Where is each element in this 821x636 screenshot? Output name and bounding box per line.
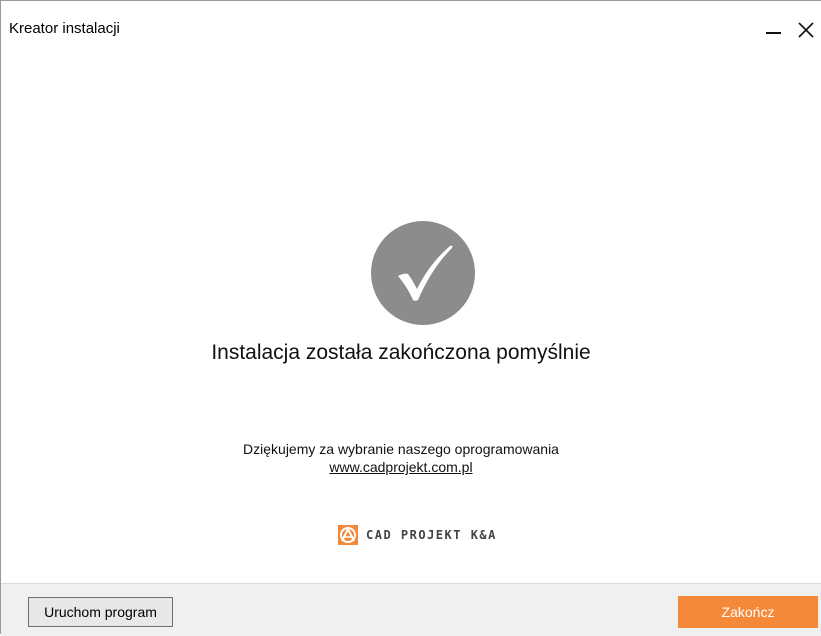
website-link[interactable]: www.cadprojekt.com.pl [0, 459, 821, 475]
cad-projekt-logo-icon [338, 525, 358, 545]
thanks-text: Dziękujemy za wybranie naszego oprogramo… [243, 441, 559, 457]
run-program-button[interactable]: Uruchom program [28, 597, 173, 627]
success-check-circle [371, 221, 475, 325]
checkmark-icon [398, 245, 453, 301]
minimize-icon [765, 32, 781, 34]
content-area: Instalacja została zakończona pomyślnie … [1, 47, 821, 583]
logo-text: CAD PROJEKT K&A [366, 528, 497, 542]
title-bar: Kreator instalacji [1, 1, 821, 47]
finish-button[interactable]: Zakończ [678, 596, 818, 628]
window-title: Kreator instalacji [9, 20, 120, 37]
company-logo: CAD PROJEKT K&A [338, 525, 497, 545]
close-button[interactable] [791, 15, 821, 45]
footer-bar: Uruchom program Zakończ [1, 583, 821, 636]
completion-headline: Instalacja została zakończona pomyślnie [211, 341, 591, 364]
installer-window: Kreator instalacji Instalacja została za… [0, 0, 821, 636]
close-icon [798, 22, 814, 38]
minimize-button[interactable] [758, 15, 788, 45]
